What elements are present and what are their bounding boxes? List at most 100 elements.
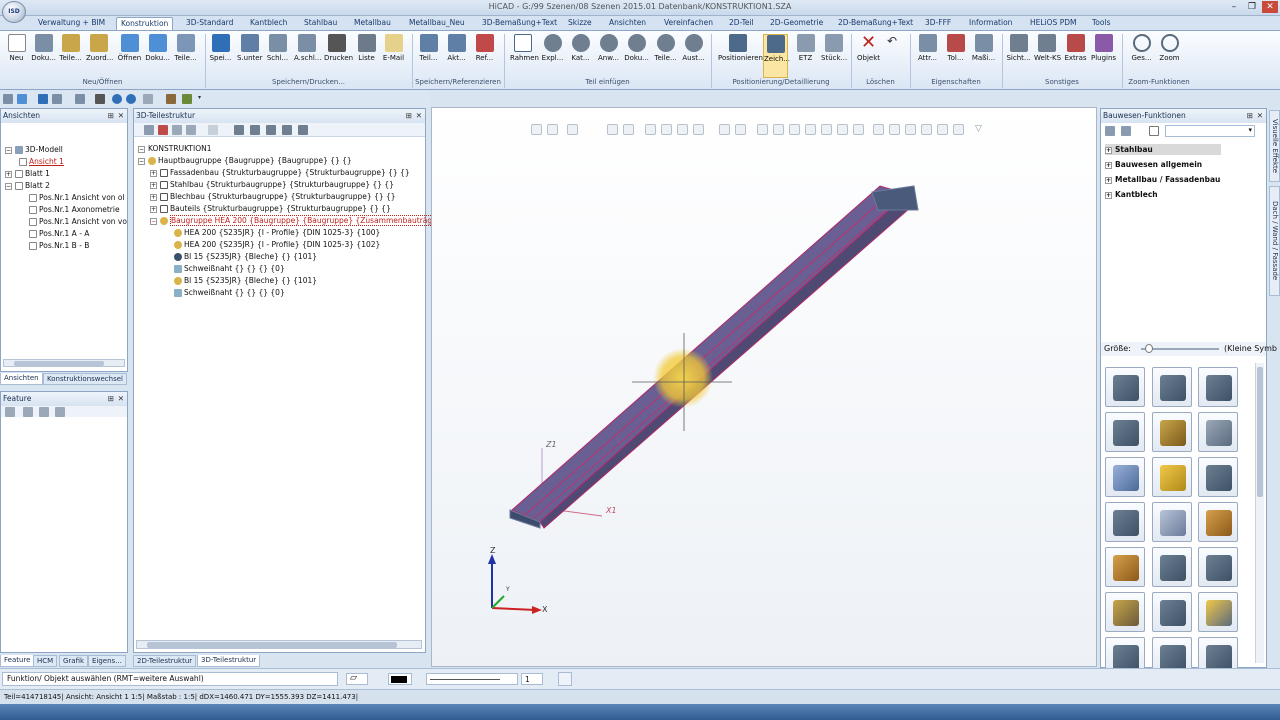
collapse-icon[interactable]: − xyxy=(5,146,12,154)
structure-icon[interactable] xyxy=(282,125,292,135)
symbol-tile[interactable] xyxy=(1198,457,1238,497)
vertical-scrollbar[interactable] xyxy=(1255,363,1264,663)
symbol-tile[interactable] xyxy=(1105,457,1145,497)
search-icon[interactable] xyxy=(1149,126,1159,136)
close-icon[interactable]: ✕ xyxy=(416,109,422,122)
tab-skizze[interactable]: Skizze xyxy=(564,17,596,30)
expand-icon[interactable]: + xyxy=(150,205,157,213)
beam-model[interactable] xyxy=(432,108,1096,666)
symbol-tile[interactable] xyxy=(1105,367,1145,407)
symbol-tile[interactable] xyxy=(1152,412,1192,452)
search-combobox[interactable]: ▾ xyxy=(1165,125,1255,137)
reference-button[interactable]: Ref... xyxy=(472,34,497,78)
expand-icon[interactable]: + xyxy=(150,193,157,201)
pin-icon[interactable]: ⊞ xyxy=(108,392,114,405)
tree-item-hauptbaugruppe[interactable]: − Hauptbaugruppe {Baugruppe} {Baugruppe} … xyxy=(138,155,352,166)
pin-icon[interactable]: ⊞ xyxy=(406,109,412,122)
chevron-down-icon[interactable]: ▾ xyxy=(1248,126,1252,134)
extras-button[interactable]: Extras xyxy=(1063,34,1088,78)
linetype-dropdown[interactable] xyxy=(426,673,518,685)
tree-item-schweissnaht-1[interactable]: Schweißnaht {} {} {} {0} xyxy=(174,263,285,274)
symbol-tile[interactable] xyxy=(1198,547,1238,587)
tab-3d-fff[interactable]: 3D-FFF xyxy=(921,17,955,30)
plugins-button[interactable]: Plugins xyxy=(1091,34,1116,78)
application-button[interactable]: Anw... xyxy=(596,34,621,78)
tab-feature[interactable]: Feature xyxy=(0,655,35,667)
tree-item-bauwesen-allgemein[interactable]: + Bauwesen allgemein xyxy=(1105,159,1202,170)
tab-tools[interactable]: Tools xyxy=(1088,17,1114,30)
tab-3d-standard[interactable]: 3D-Standard xyxy=(182,17,237,30)
tab-3d-teilestruktur[interactable]: 3D-Teilestruktur xyxy=(197,655,261,667)
close-all-button[interactable]: A.schl... xyxy=(294,34,321,78)
horizontal-scrollbar[interactable] xyxy=(3,359,125,367)
feature-tool-icon[interactable] xyxy=(23,407,33,417)
zoom-total-button[interactable]: Ges... xyxy=(1129,34,1154,78)
3d-viewport[interactable]: ▽ Z1 X1 Z X Y xyxy=(431,107,1097,667)
tree-item-stahlbau[interactable]: + Stahlbau xyxy=(1105,144,1221,155)
beam-side-face[interactable] xyxy=(539,193,911,529)
parts-button[interactable]: Teile... xyxy=(58,34,83,78)
frame-button[interactable]: Rahmen xyxy=(510,34,539,78)
export-icon[interactable] xyxy=(75,94,85,104)
collapse-icon[interactable]: − xyxy=(5,182,12,190)
print-button[interactable]: Drucken xyxy=(324,34,353,78)
tree-item-ansicht-1[interactable]: Ansicht 1 xyxy=(19,156,64,167)
open-icon[interactable] xyxy=(17,94,27,104)
symbol-tile[interactable] xyxy=(1152,502,1192,542)
tab-vereinfachen[interactable]: Vereinfachen xyxy=(660,17,717,30)
tab-ansichten-panel[interactable]: Ansichten xyxy=(0,373,43,385)
save-icon[interactable] xyxy=(38,94,48,104)
visibility-button[interactable]: Sicht... xyxy=(1006,34,1031,78)
structure-icon[interactable] xyxy=(266,125,276,135)
tree-item-bauteils[interactable]: + Bauteils {Strukturbaugruppe} {Strukturb… xyxy=(150,203,391,214)
tree-item-hea200-1[interactable]: HEA 200 {S235JR} {I - Profile} {DIN 1025… xyxy=(174,227,380,238)
tree-item-baugruppe-hea200[interactable]: − Baugruppe HEA 200 {Baugruppe} {Baugrupp… xyxy=(150,215,441,226)
expand-icon[interactable]: + xyxy=(1105,146,1112,154)
save-button[interactable]: Spei... xyxy=(208,34,233,78)
tool-icon[interactable] xyxy=(166,94,176,104)
tree-item-kantblech[interactable]: + Kantblech xyxy=(1105,189,1158,200)
redo-icon[interactable] xyxy=(126,94,136,104)
tab-metallbau[interactable]: Metallbau xyxy=(350,17,395,30)
scrollbar-thumb[interactable] xyxy=(14,361,104,366)
zoom-button[interactable]: Zoom xyxy=(1157,34,1182,78)
cut-icon[interactable] xyxy=(158,125,168,135)
insert-document-button[interactable]: Doku... xyxy=(624,34,649,78)
list-button[interactable]: Liste xyxy=(354,34,379,78)
open-document-button[interactable]: Doku... xyxy=(145,34,170,78)
undo-icon[interactable] xyxy=(112,94,122,104)
email-button[interactable]: E-Mail xyxy=(381,34,406,78)
tolerance-button[interactable]: Tol... xyxy=(943,34,968,78)
tree-item-bl15-1[interactable]: Bl 15 {S235JR} {Bleche} {} {101} xyxy=(174,251,317,262)
tab-information[interactable]: Information xyxy=(965,17,1016,30)
tree-item-hea200-2[interactable]: HEA 200 {S235JR} {I - Profile} {DIN 1025… xyxy=(174,239,380,250)
list-view-icon[interactable] xyxy=(1121,126,1131,136)
world-cs-button[interactable]: Welt-KS xyxy=(1034,34,1061,78)
position-button[interactable]: Positionieren xyxy=(718,34,763,78)
expand-icon[interactable]: + xyxy=(1105,176,1112,184)
delete-object-button[interactable]: ✕ Objekt xyxy=(856,34,881,78)
size-slider[interactable] xyxy=(1141,344,1219,353)
close-button[interactable]: ✕ xyxy=(1262,1,1278,13)
tab-ansichten[interactable]: Ansichten xyxy=(605,17,650,30)
dimension-button[interactable]: Maßi... xyxy=(971,34,996,78)
line-width-field[interactable]: 1 xyxy=(521,673,543,685)
document-button[interactable]: Doku... xyxy=(31,34,56,78)
tab-stahlbau[interactable]: Stahlbau xyxy=(300,17,341,30)
beam-top-face[interactable] xyxy=(511,185,909,523)
feature-tool-icon[interactable] xyxy=(5,407,15,417)
part-button[interactable]: Teil... xyxy=(416,34,441,78)
new-icon[interactable] xyxy=(3,94,13,104)
search-icon[interactable] xyxy=(144,125,154,135)
pin-icon[interactable]: ⊞ xyxy=(1247,109,1253,122)
tab-helios-pdm[interactable]: HELiOS PDM xyxy=(1026,17,1080,30)
application-menu-button[interactable]: ISD xyxy=(2,1,26,23)
tree-item-metallbau[interactable]: + Metallbau / Fassadenbau xyxy=(1105,174,1220,185)
tab-grafik[interactable]: Grafik xyxy=(59,655,89,667)
settings-icon[interactable] xyxy=(143,94,153,104)
side-tab-dach-wand-fassade[interactable]: Dach / Wand / Fassade xyxy=(1269,186,1280,296)
tree-item-pos-4[interactable]: Pos.Nr.1 A - A xyxy=(29,228,89,239)
close-drawing-button[interactable]: Schl... xyxy=(265,34,290,78)
symbol-tile[interactable] xyxy=(1198,502,1238,542)
expand-icon[interactable]: + xyxy=(150,169,157,177)
